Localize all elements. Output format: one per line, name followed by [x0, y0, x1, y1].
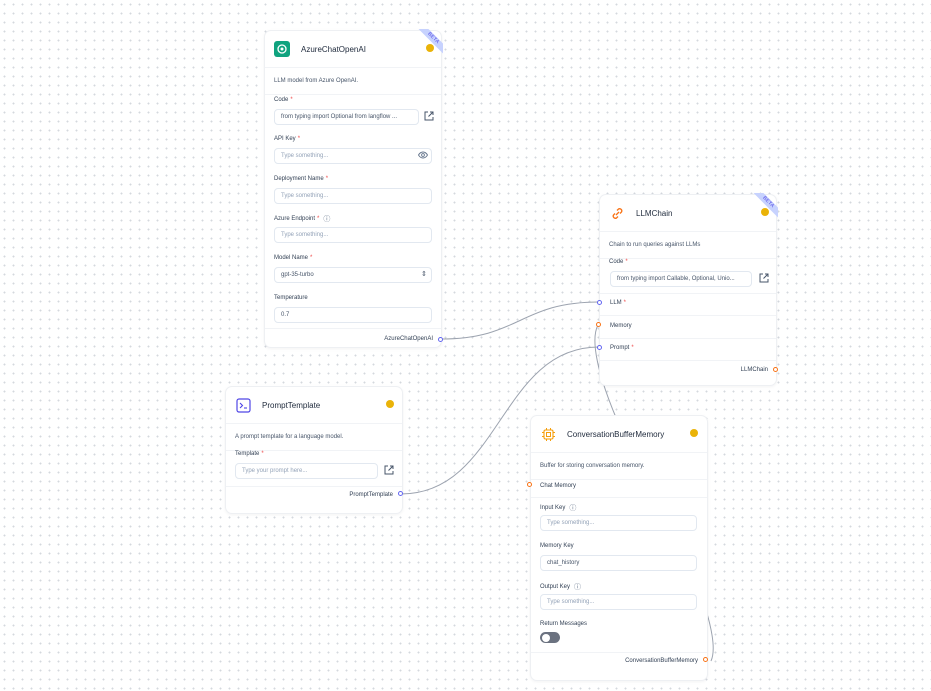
output-key-field[interactable]: Type something... [540, 594, 697, 610]
cpu-icon [539, 425, 557, 443]
beta-badge: BETA [415, 29, 443, 57]
template-label: Template * [235, 451, 264, 457]
output-label: AzureChatOpenAI [384, 336, 433, 342]
memory-key-field[interactable]: chat_history [540, 555, 697, 571]
deployment-name-label: Deployment Name * [274, 176, 329, 182]
code-field[interactable]: from typing import Callable, Optional, U… [610, 271, 752, 287]
prompt-output-handle[interactable] [398, 491, 403, 496]
status-indicator [386, 400, 394, 408]
node-header: PromptTemplate [226, 387, 402, 424]
output-label: LLMChain [740, 367, 768, 373]
azure-endpoint-label: Azure Endpoint * ⓘ [274, 214, 331, 224]
external-link-icon[interactable] [384, 465, 394, 477]
node-header: ConversationBufferMemory [531, 416, 707, 453]
info-icon[interactable]: ⓘ [569, 503, 576, 513]
external-link-icon[interactable] [759, 273, 769, 285]
edges-canvas [400, 301, 714, 662]
toggle-knob [541, 633, 550, 642]
llm-input-label: LLM * [610, 300, 627, 306]
llm-input-handle[interactable] [597, 300, 602, 305]
code-field[interactable]: from typing import Optional from langflo… [274, 109, 419, 125]
model-name-label: Model Name * [274, 255, 313, 261]
llmchain-node[interactable]: LLMChain BETA Chain to run queries again… [599, 193, 778, 386]
output-divider [226, 486, 402, 487]
api-key-field[interactable]: Type something... [274, 148, 432, 164]
prompt-input-label: Prompt * [610, 345, 634, 351]
node-title: ConversationBufferMemory [567, 429, 665, 439]
node-header: LLMChain BETA [600, 193, 778, 232]
llmchain-output-handle[interactable] [773, 367, 778, 372]
api-key-label: API Key * [274, 136, 301, 142]
node-header: AzureChatOpenAI BETA [265, 29, 443, 68]
node-description: A prompt template for a language model. [226, 424, 402, 451]
link-icon [608, 204, 626, 222]
chevron-updown-icon: ⇕ [421, 271, 427, 278]
temperature-field[interactable]: 0.7 [274, 307, 432, 323]
template-field[interactable]: Type your prompt here... [235, 463, 378, 479]
terminal-icon [234, 396, 252, 414]
output-divider [265, 328, 441, 329]
chat-memory-input-label: Chat Memory [540, 483, 577, 489]
node-description: LLM model from Azure OpenAI. [265, 68, 441, 95]
openai-icon [273, 40, 291, 58]
azurechatopenai-node[interactable]: AzureChatOpenAI BETA LLM model from Azur… [264, 29, 443, 348]
return-messages-label: Return Messages [540, 621, 588, 627]
deployment-name-field[interactable]: Type something... [274, 188, 432, 204]
edge-azure-to-llm[interactable] [440, 301, 600, 340]
output-divider [600, 360, 776, 361]
input-key-field[interactable]: Type something... [540, 515, 697, 531]
inputs-divider [600, 338, 776, 339]
inputs-divider [600, 315, 776, 316]
return-messages-toggle[interactable] [540, 632, 560, 643]
node-title: LLMChain [636, 208, 673, 218]
node-description: Buffer for storing conversation memory. [531, 453, 707, 480]
memory-input-handle[interactable] [596, 322, 601, 327]
node-title: AzureChatOpenAI [301, 44, 366, 54]
azure-output-handle[interactable] [438, 337, 443, 342]
info-icon[interactable]: ⓘ [574, 582, 581, 592]
memory-input-label: Memory [610, 323, 632, 329]
beta-badge: BETA [750, 193, 778, 221]
prompttemplate-node[interactable]: PromptTemplate A prompt template for a l… [225, 386, 403, 514]
output-label: ConversationBufferMemory [625, 658, 698, 664]
memory-output-handle[interactable] [703, 657, 708, 662]
code-label: Code * [609, 259, 628, 265]
output-divider [531, 652, 707, 653]
code-label: Code * [274, 97, 293, 103]
input-key-label: Input Key ⓘ [540, 503, 577, 513]
node-description: Chain to run queries against LLMs [600, 232, 776, 259]
eye-icon[interactable] [417, 150, 429, 162]
chat-memory-input-handle[interactable] [527, 482, 532, 487]
node-title: PromptTemplate [262, 400, 321, 410]
status-indicator [690, 429, 698, 437]
output-label: PromptTemplate [349, 492, 393, 498]
output-key-label: Output Key ⓘ [540, 582, 582, 592]
azure-endpoint-field[interactable]: Type something... [274, 227, 432, 243]
prompt-input-handle[interactable] [597, 345, 602, 350]
external-link-icon[interactable] [424, 111, 434, 123]
memory-key-label: Memory Key [540, 543, 574, 549]
conversationbuffermemory-node[interactable]: ConversationBufferMemory Buffer for stor… [530, 415, 708, 681]
model-name-select[interactable]: gpt-35-turbo [274, 267, 432, 283]
temperature-label: Temperature [274, 295, 308, 301]
inputs-divider [531, 497, 707, 498]
info-icon[interactable]: ⓘ [323, 214, 330, 224]
inputs-divider [600, 293, 776, 294]
